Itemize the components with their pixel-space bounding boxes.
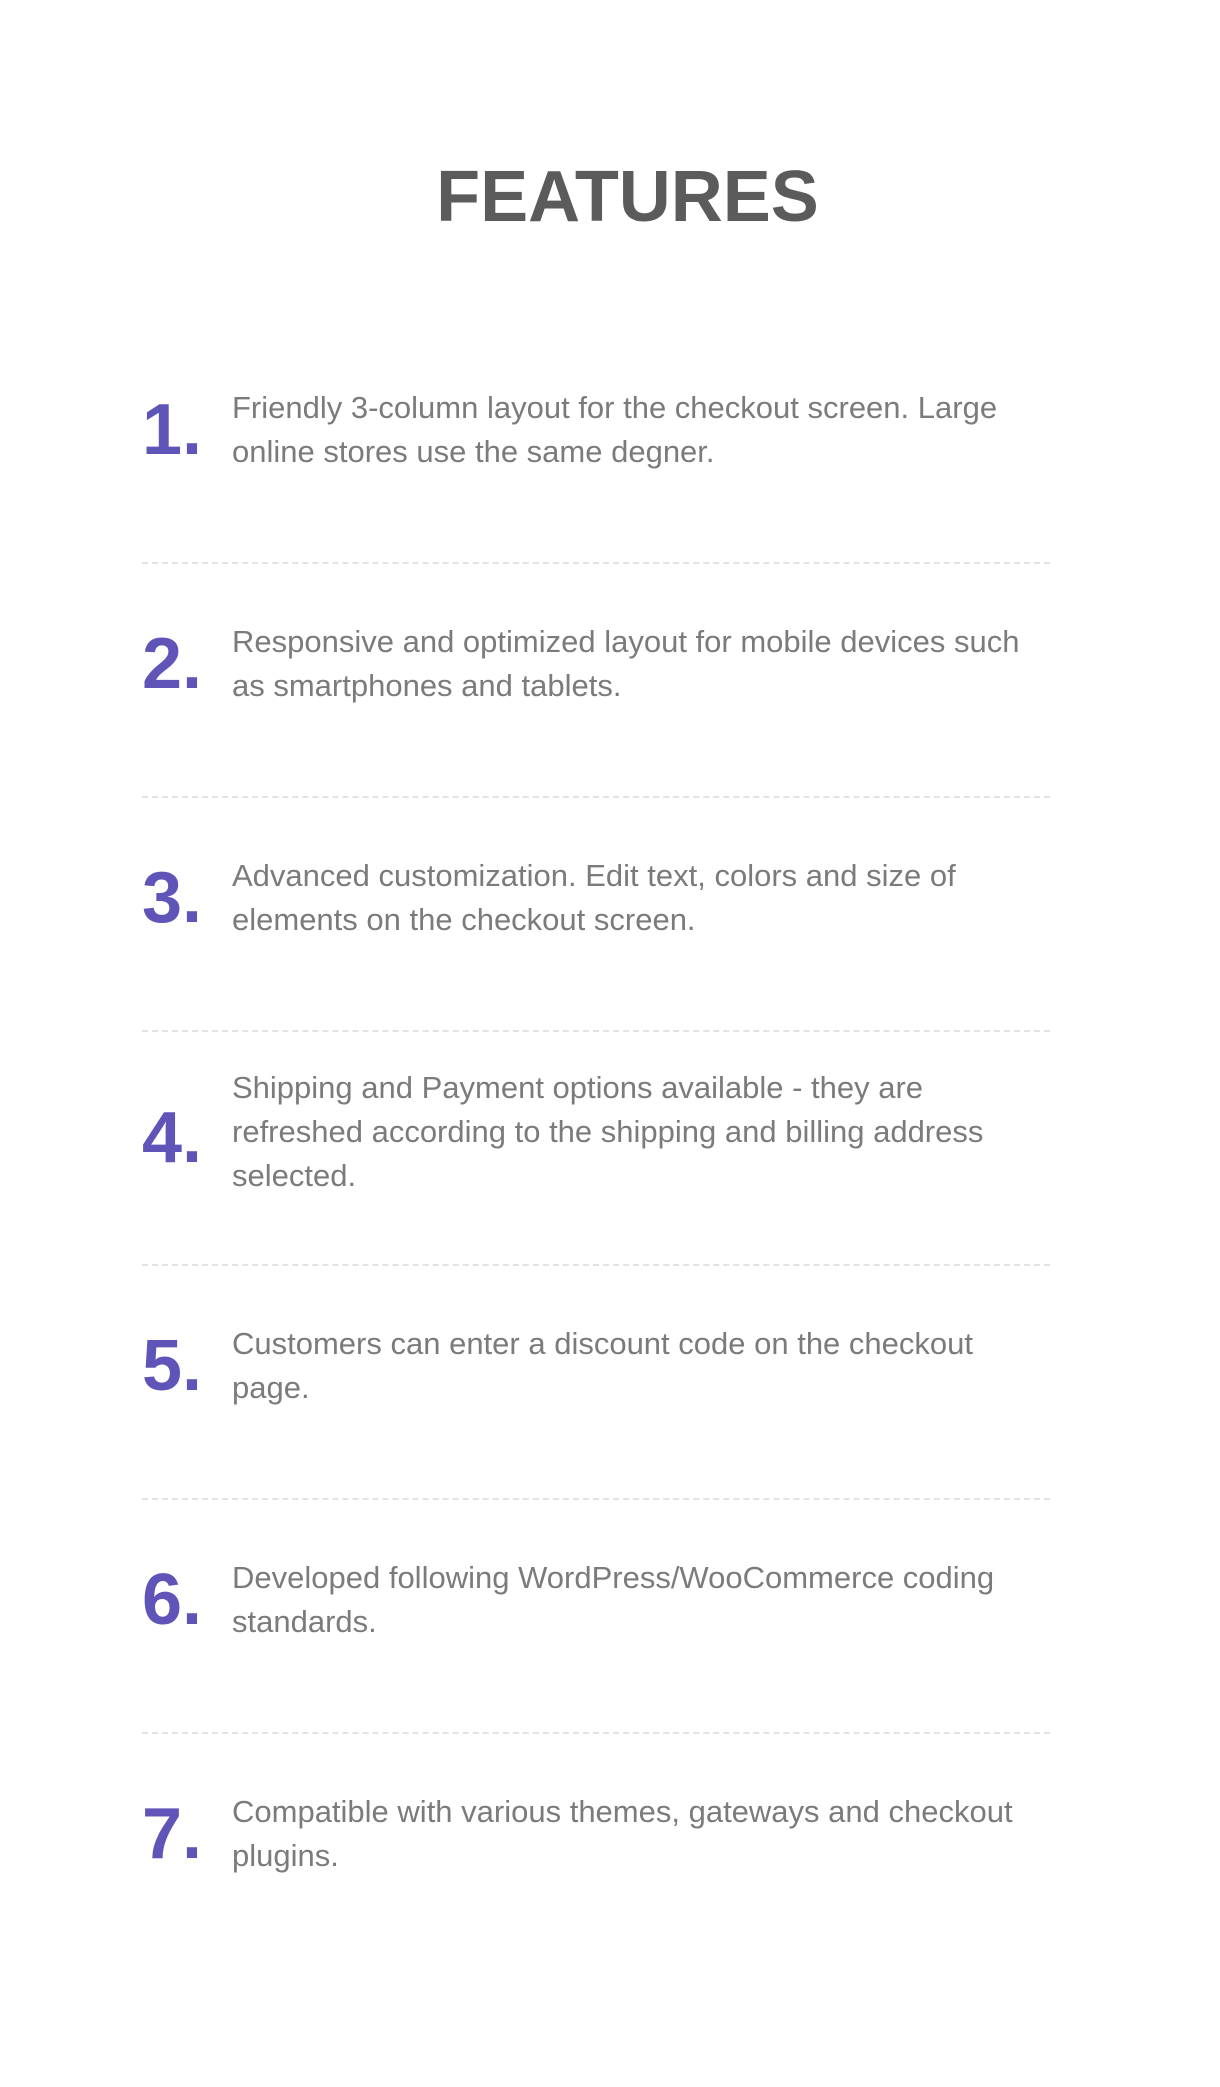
feature-number: 4. [142,1098,203,1178]
feature-item-3: 3. Advanced customization. Edit text, co… [142,798,1050,1032]
feature-item-7: 7. Compatible with various themes, gatew… [142,1734,1050,1968]
feature-item-2: 2. Responsive and optimized layout for m… [142,564,1050,798]
feature-description: Friendly 3-column layout for the checkou… [232,390,998,469]
feature-number: 5. [142,1326,203,1406]
feature-item-6: 6. Developed following WordPress/WooComm… [142,1500,1050,1734]
feature-description: Advanced customization. Edit text, color… [232,858,956,937]
feature-description: Customers can enter a discount code on t… [232,1326,973,1405]
feature-item-4: 4. Shipping and Payment options availabl… [142,1032,1050,1266]
feature-number: 1. [142,390,203,470]
feature-description: Developed following WordPress/WooCommerc… [232,1560,995,1639]
feature-description: Responsive and optimized layout for mobi… [232,624,1020,703]
feature-list: 1. Friendly 3-column layout for the chec… [142,330,1050,1968]
feature-item-1: 1. Friendly 3-column layout for the chec… [142,330,1050,564]
feature-number: 2. [142,624,203,704]
feature-item-5: 5. Customers can enter a discount code o… [142,1266,1050,1500]
feature-description: Compatible with various themes, gateways… [232,1794,1013,1873]
feature-number: 6. [142,1560,203,1640]
feature-number: 7. [142,1794,203,1874]
page-title: FEATURES [436,157,819,237]
feature-number: 3. [142,858,203,938]
feature-description: Shipping and Payment options available -… [232,1070,984,1193]
